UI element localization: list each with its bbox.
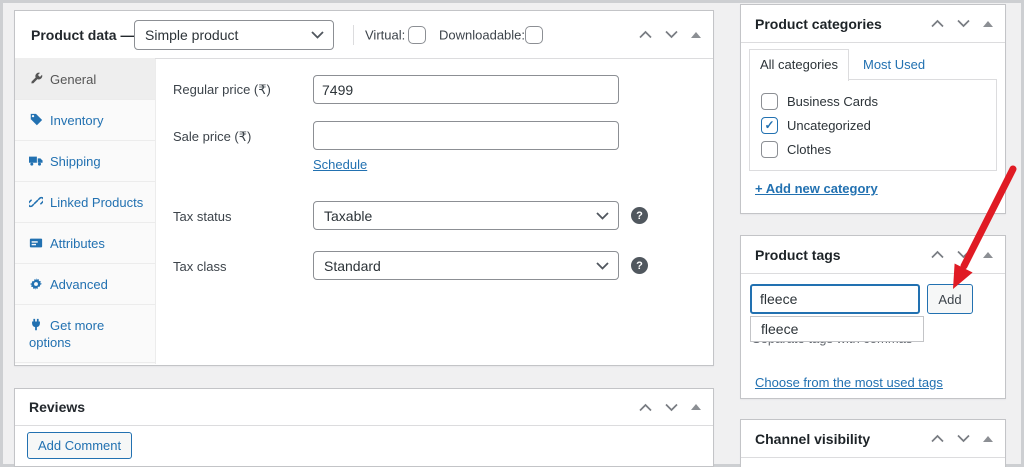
categories-header: Product categories (741, 5, 1005, 43)
tags-header: Product tags (741, 236, 1005, 274)
link-icon (29, 195, 43, 209)
category-item[interactable]: Business Cards (761, 89, 996, 113)
move-up-icon[interactable] (639, 403, 652, 412)
panel-order-controls (931, 236, 993, 273)
move-down-icon[interactable] (665, 403, 678, 412)
collapse-toggle-icon[interactable] (691, 32, 701, 38)
product-tags-panel: Product tags Separate tags with commas A… (740, 235, 1006, 399)
categories-title: Product categories (755, 16, 882, 32)
downloadable-checkbox[interactable] (525, 26, 543, 44)
tags-title: Product tags (755, 247, 841, 263)
reviews-header: Reviews (15, 389, 713, 426)
tax-status-select[interactable]: Taxable (313, 201, 619, 230)
tab-attributes[interactable]: Attributes (15, 223, 155, 264)
tab-shipping[interactable]: Shipping (15, 141, 155, 182)
chevron-down-icon (311, 31, 324, 40)
tab-most-used[interactable]: Most Used (863, 57, 925, 72)
collapse-toggle-icon[interactable] (983, 436, 993, 442)
checkbox-checked-icon[interactable] (761, 117, 778, 134)
collapse-toggle-icon[interactable] (983, 252, 993, 258)
product-categories-panel: Product categories All categories Most U… (740, 4, 1006, 214)
product-type-value: Simple product (145, 27, 238, 43)
category-item[interactable]: Clothes (761, 137, 996, 161)
tab-general[interactable]: General (15, 58, 155, 100)
tax-status-help-icon[interactable]: ? (631, 207, 648, 224)
panel-order-controls (639, 389, 701, 425)
sale-price-label: Sale price (₹) (173, 129, 251, 145)
chevron-down-icon (596, 211, 609, 220)
collapse-toggle-icon[interactable] (983, 21, 993, 27)
tab-advanced[interactable]: Advanced (15, 264, 155, 305)
tag-suggestion-item[interactable]: fleece (750, 316, 924, 342)
tab-get-more-options[interactable]: Get more options (15, 305, 155, 363)
tax-class-label: Tax class (173, 259, 226, 274)
chevron-down-icon (596, 261, 609, 270)
schedule-link[interactable]: Schedule (313, 157, 367, 172)
product-data-title: Product data — (31, 27, 134, 43)
move-down-icon[interactable] (957, 250, 970, 259)
channel-visibility-title: Channel visibility (755, 431, 870, 447)
tax-class-select[interactable]: Standard (313, 251, 619, 280)
virtual-checkbox[interactable] (408, 26, 426, 44)
downloadable-label: Downloadable: (439, 27, 525, 42)
tax-class-help-icon[interactable]: ? (631, 257, 648, 274)
move-down-icon[interactable] (957, 19, 970, 28)
move-down-icon[interactable] (665, 30, 678, 39)
most-used-tags-link[interactable]: Choose from the most used tags (755, 375, 943, 390)
tag-icon (29, 113, 43, 127)
wrench-icon (29, 72, 43, 86)
regular-price-input[interactable] (313, 75, 619, 104)
tax-class-value: Standard (324, 258, 381, 274)
panel-order-controls (931, 5, 993, 42)
category-checklist: Business Cards Uncategorized Clothes (749, 79, 997, 171)
move-up-icon[interactable] (931, 434, 944, 443)
panel-order-controls (639, 11, 701, 58)
new-tag-input[interactable] (750, 284, 920, 314)
channel-visibility-panel: Channel visibility (740, 419, 1006, 467)
product-data-header: Product data — Simple product Virtual: D… (15, 11, 713, 59)
move-down-icon[interactable] (957, 434, 970, 443)
sale-price-input[interactable] (313, 121, 619, 150)
gear-icon (29, 277, 43, 291)
product-data-tabs: General Inventory Shipping Linked Produc… (15, 59, 156, 364)
panel-order-controls (931, 420, 993, 457)
regular-price-label: Regular price (₹) (173, 82, 271, 98)
plug-icon (29, 318, 43, 332)
truck-icon (29, 154, 43, 168)
move-up-icon[interactable] (931, 250, 944, 259)
checkbox-unchecked-icon[interactable] (761, 141, 778, 158)
move-up-icon[interactable] (639, 30, 652, 39)
add-comment-button[interactable]: Add Comment (27, 432, 132, 459)
reviews-panel: Reviews Add Comment (14, 388, 714, 467)
channel-visibility-header: Channel visibility (741, 420, 1005, 458)
checkbox-unchecked-icon[interactable] (761, 93, 778, 110)
product-type-select[interactable]: Simple product (134, 20, 334, 50)
tab-linked-products[interactable]: Linked Products (15, 182, 155, 223)
tab-inventory[interactable]: Inventory (15, 100, 155, 141)
product-data-panel: Product data — Simple product Virtual: D… (14, 10, 714, 366)
add-new-category-link[interactable]: + Add new category (755, 181, 878, 196)
tax-status-value: Taxable (324, 208, 372, 224)
move-up-icon[interactable] (931, 19, 944, 28)
reviews-title: Reviews (29, 399, 85, 415)
collapse-toggle-icon[interactable] (691, 404, 701, 410)
header-divider (353, 25, 354, 45)
tab-all-categories[interactable]: All categories (749, 49, 849, 81)
virtual-label: Virtual: (365, 27, 405, 42)
woocommerce-product-edit-screen: Product data — Simple product Virtual: D… (0, 0, 1024, 467)
add-tag-button[interactable]: Add (927, 284, 973, 314)
tax-status-label: Tax status (173, 209, 232, 224)
category-item[interactable]: Uncategorized (761, 113, 996, 137)
card-icon (29, 236, 43, 250)
